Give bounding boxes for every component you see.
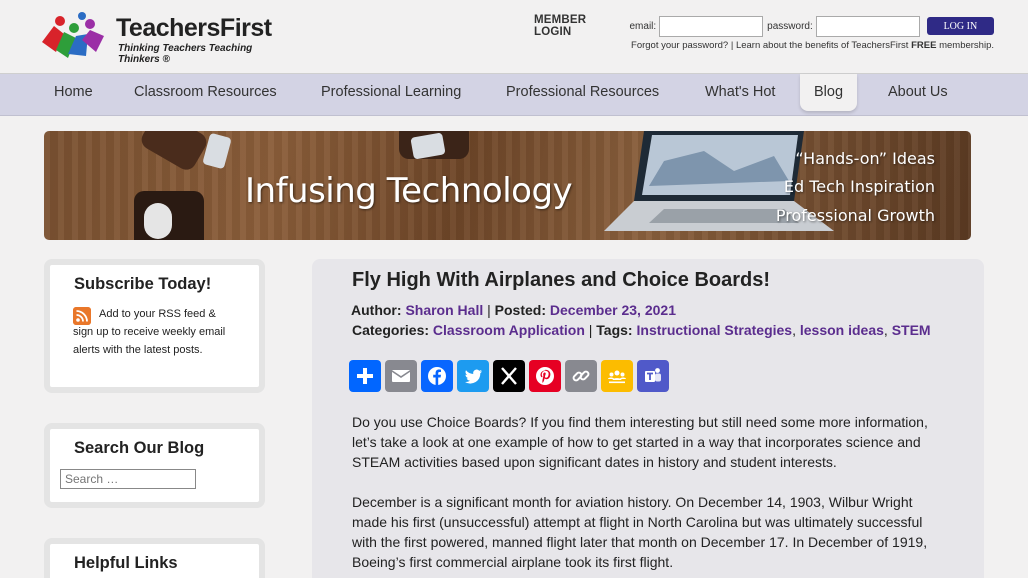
tags-label: Tags: (596, 322, 633, 338)
share-plus-icon (357, 368, 373, 384)
teams-icon (645, 368, 661, 382)
pinterest-share-button[interactable] (529, 360, 561, 392)
nav-item-professional-resources[interactable]: Professional Resources (506, 74, 659, 116)
date-link[interactable]: December 23, 2021 (550, 302, 676, 318)
login-title: MEMBER LOGIN (534, 14, 587, 38)
copy-link-button[interactable] (565, 360, 597, 392)
mouse-image (144, 203, 172, 239)
banner-title: Infusing Technology (245, 171, 573, 211)
post-meta-author: Author: Sharon Hall | Posted: December 2… (351, 302, 676, 318)
site-header: TeachersFirst Thinking Teachers Teaching… (0, 0, 1028, 74)
posted-label: Posted: (494, 302, 546, 318)
subscribe-title: Subscribe Today! (74, 275, 212, 293)
subscribe-text: Add to your RSS feed & sign up to receiv… (73, 308, 226, 356)
benefits-free: FREE (911, 40, 937, 51)
email-field[interactable] (659, 15, 764, 37)
nav-item-professional-learning[interactable]: Professional Learning (321, 74, 461, 116)
nav-item-home[interactable]: Home (54, 74, 93, 116)
brand-name: TeachersFirst (116, 14, 272, 42)
twitter-share-button[interactable] (457, 360, 489, 392)
subscribe-widget: Subscribe Today! Add to your RSS feed & … (44, 259, 265, 393)
benefits-post: membership. (939, 40, 994, 51)
banner-line-2: Ed Tech Inspiration (783, 177, 935, 196)
x-icon (501, 367, 517, 385)
email-icon (391, 370, 411, 382)
banner-line-3: Professional Growth (775, 206, 935, 225)
teachersfirst-logo[interactable]: TeachersFirst Thinking Teachers Teaching… (38, 12, 288, 65)
copy-link-icon (572, 370, 590, 382)
benefits-text: Learn about the benefits of TeachersFirs… (735, 40, 909, 51)
login-separator: | (730, 40, 734, 51)
twitter-icon (465, 369, 482, 384)
teams-share-button[interactable] (637, 360, 669, 392)
post-title: Fly High With Airplanes and Choice Board… (352, 269, 771, 291)
main-nav: Home Classroom Resources Professional Le… (0, 74, 1028, 116)
post-paragraph: Do you use Choice Boards? If you find th… (352, 414, 928, 470)
login-button[interactable]: LOG IN (926, 17, 994, 35)
categories-label: Categories: (352, 322, 430, 338)
google-classroom-icon (608, 370, 626, 384)
nav-item-about-us[interactable]: About Us (888, 74, 948, 116)
share-buttons (349, 360, 669, 392)
helpful-links-widget: Helpful Links (44, 538, 265, 578)
login-links: Forgot your password? | Learn about the … (631, 40, 994, 51)
category-link[interactable]: Classroom Application (433, 322, 585, 338)
tag-link[interactable]: Instructional Strategies (637, 322, 793, 338)
tag-link[interactable]: lesson ideas (800, 322, 884, 338)
author-label: Author: (351, 302, 402, 318)
post-paragraph: December is a significant month for avia… (352, 494, 928, 570)
benefits-link[interactable]: Learn about the benefits of TeachersFirs… (736, 40, 994, 51)
password-field[interactable] (815, 15, 920, 37)
nav-item-blog[interactable]: Blog (800, 74, 858, 111)
author-link[interactable]: Sharon Hall (405, 302, 483, 318)
banner-line-1: “Hands-on” Ideas (795, 149, 935, 168)
facebook-share-button[interactable] (421, 360, 453, 392)
forgot-password-link[interactable]: Forgot your password? (631, 40, 728, 51)
brand-tagline: Thinking Teachers Teaching Thinkers ® (118, 43, 253, 65)
email-label: email: (629, 20, 657, 32)
pinterest-icon (536, 367, 554, 385)
post-content: Fly High With Airplanes and Choice Board… (312, 259, 984, 578)
blog-search-input[interactable] (60, 469, 196, 489)
password-label: password: (767, 20, 813, 32)
helpful-links-title: Helpful Links (74, 554, 178, 572)
nav-item-classroom-resources[interactable]: Classroom Resources (134, 74, 277, 116)
member-login: MEMBER LOGIN email: password: LOG IN For… (534, 14, 994, 65)
puzzle-people-icon (42, 12, 104, 58)
search-widget: Search Our Blog (44, 423, 265, 508)
post-meta-categories: Categories: Classroom Application | Tags… (352, 322, 931, 338)
share-button[interactable] (349, 360, 381, 392)
google-classroom-share-button[interactable] (601, 360, 633, 392)
infusing-technology-banner: Infusing Technology “Hands-on” Ideas Ed … (44, 131, 971, 240)
nav-item-whats-hot[interactable]: What's Hot (705, 74, 775, 116)
tag-link[interactable]: STEM (892, 322, 931, 338)
x-share-button[interactable] (493, 360, 525, 392)
email-share-button[interactable] (385, 360, 417, 392)
search-title: Search Our Blog (74, 439, 205, 457)
facebook-icon (428, 367, 446, 385)
